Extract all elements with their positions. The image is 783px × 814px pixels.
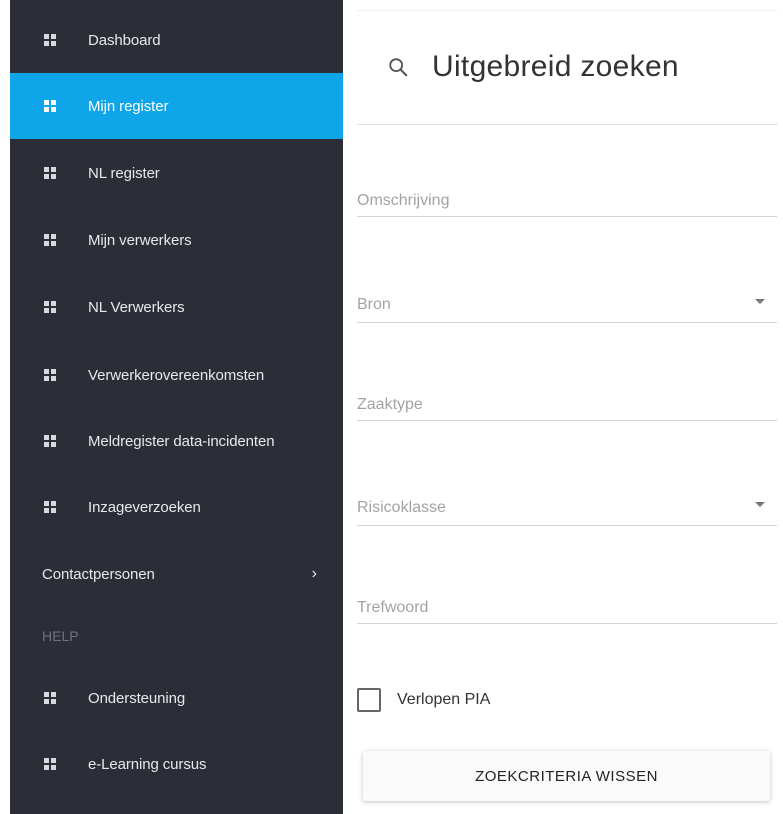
clear-criteria-button[interactable]: ZOEKCRITERIA WISSEN <box>363 751 770 801</box>
trefwoord-field <box>357 584 777 624</box>
dropdown-arrow-icon <box>755 502 765 507</box>
search-icon <box>389 58 408 77</box>
risicoklasse-select[interactable]: Risicoklasse <box>357 486 777 526</box>
sidebar-item-mijn-verwerkers[interactable]: Mijn verwerkers <box>10 207 343 273</box>
grid-icon <box>44 369 56 381</box>
risicoklasse-select-placeholder: Risicoklasse <box>357 499 446 516</box>
omschrijving-field <box>357 177 777 217</box>
sidebar-item-label: Dashboard <box>88 31 161 49</box>
sidebar-item-label: Inzageverzoeken <box>88 498 201 516</box>
checkbox-label: Verlopen PIA <box>397 691 491 708</box>
sidebar-item-label: NL Verwerkers <box>88 298 185 316</box>
sidebar-item-ondersteuning[interactable]: Ondersteuning <box>10 665 343 731</box>
omschrijving-input[interactable] <box>357 192 777 210</box>
grid-icon <box>44 34 56 46</box>
sidebar-item-label: e-Learning cursus <box>88 755 207 773</box>
sidebar-item-meldregister[interactable]: Meldregister data-incidenten <box>10 408 343 474</box>
sidebar-item-nl-register[interactable]: NL register <box>10 140 343 206</box>
sidebar-item-contactpersonen[interactable]: Contactpersonen › <box>10 541 343 607</box>
sidebar-item-label: Mijn register <box>88 97 169 115</box>
sidebar-item-nl-verwerkers[interactable]: NL Verwerkers <box>10 274 343 340</box>
zaaktype-input[interactable] <box>357 396 777 414</box>
grid-icon <box>44 758 56 770</box>
grid-icon <box>44 100 56 112</box>
help-section-header: HELP <box>42 628 79 644</box>
sidebar-item-label: Mijn verwerkers <box>88 231 192 249</box>
grid-icon <box>44 435 56 447</box>
bron-select[interactable]: Bron <box>357 283 777 323</box>
sidebar: Dashboard Mijn register NL register Mijn… <box>10 0 343 814</box>
grid-icon <box>44 234 56 246</box>
chevron-right-icon: › <box>311 565 317 582</box>
verlopen-pia-row: Verlopen PIA <box>357 688 490 712</box>
sidebar-item-verwerkerovereenkomsten[interactable]: Verwerkerovereenkomsten <box>10 342 343 408</box>
sidebar-item-label: Verwerkerovereenkomsten <box>88 366 265 384</box>
trefwoord-input[interactable] <box>357 599 777 617</box>
sidebar-item-inzageverzoeken[interactable]: Inzageverzoeken <box>10 474 343 540</box>
grid-icon <box>44 692 56 704</box>
grid-icon <box>44 501 56 513</box>
sidebar-item-label: NL register <box>88 164 160 182</box>
verlopen-pia-checkbox[interactable] <box>357 688 381 712</box>
grid-icon <box>44 301 56 313</box>
divider <box>357 10 778 11</box>
grid-icon <box>44 167 56 179</box>
bron-select-placeholder: Bron <box>357 296 391 313</box>
page-title: Uitgebreid zoeken <box>387 50 679 84</box>
sidebar-item-label: Ondersteuning <box>88 689 186 707</box>
dropdown-arrow-icon <box>755 299 765 304</box>
page-title-text: Uitgebreid zoeken <box>432 50 679 83</box>
sidebar-item-mijn-register[interactable]: Mijn register <box>10 73 343 139</box>
zaaktype-field <box>357 381 777 421</box>
sidebar-item-e-learning[interactable]: e-Learning cursus <box>10 731 343 797</box>
divider <box>357 124 778 125</box>
search-panel: Uitgebreid zoeken Bron Risicoklasse Verl… <box>343 0 783 814</box>
sidebar-item-dashboard[interactable]: Dashboard <box>10 7 343 73</box>
sidebar-item-label: Meldregister data-incidenten <box>88 432 275 450</box>
sidebar-item-label: Contactpersonen <box>42 565 155 583</box>
